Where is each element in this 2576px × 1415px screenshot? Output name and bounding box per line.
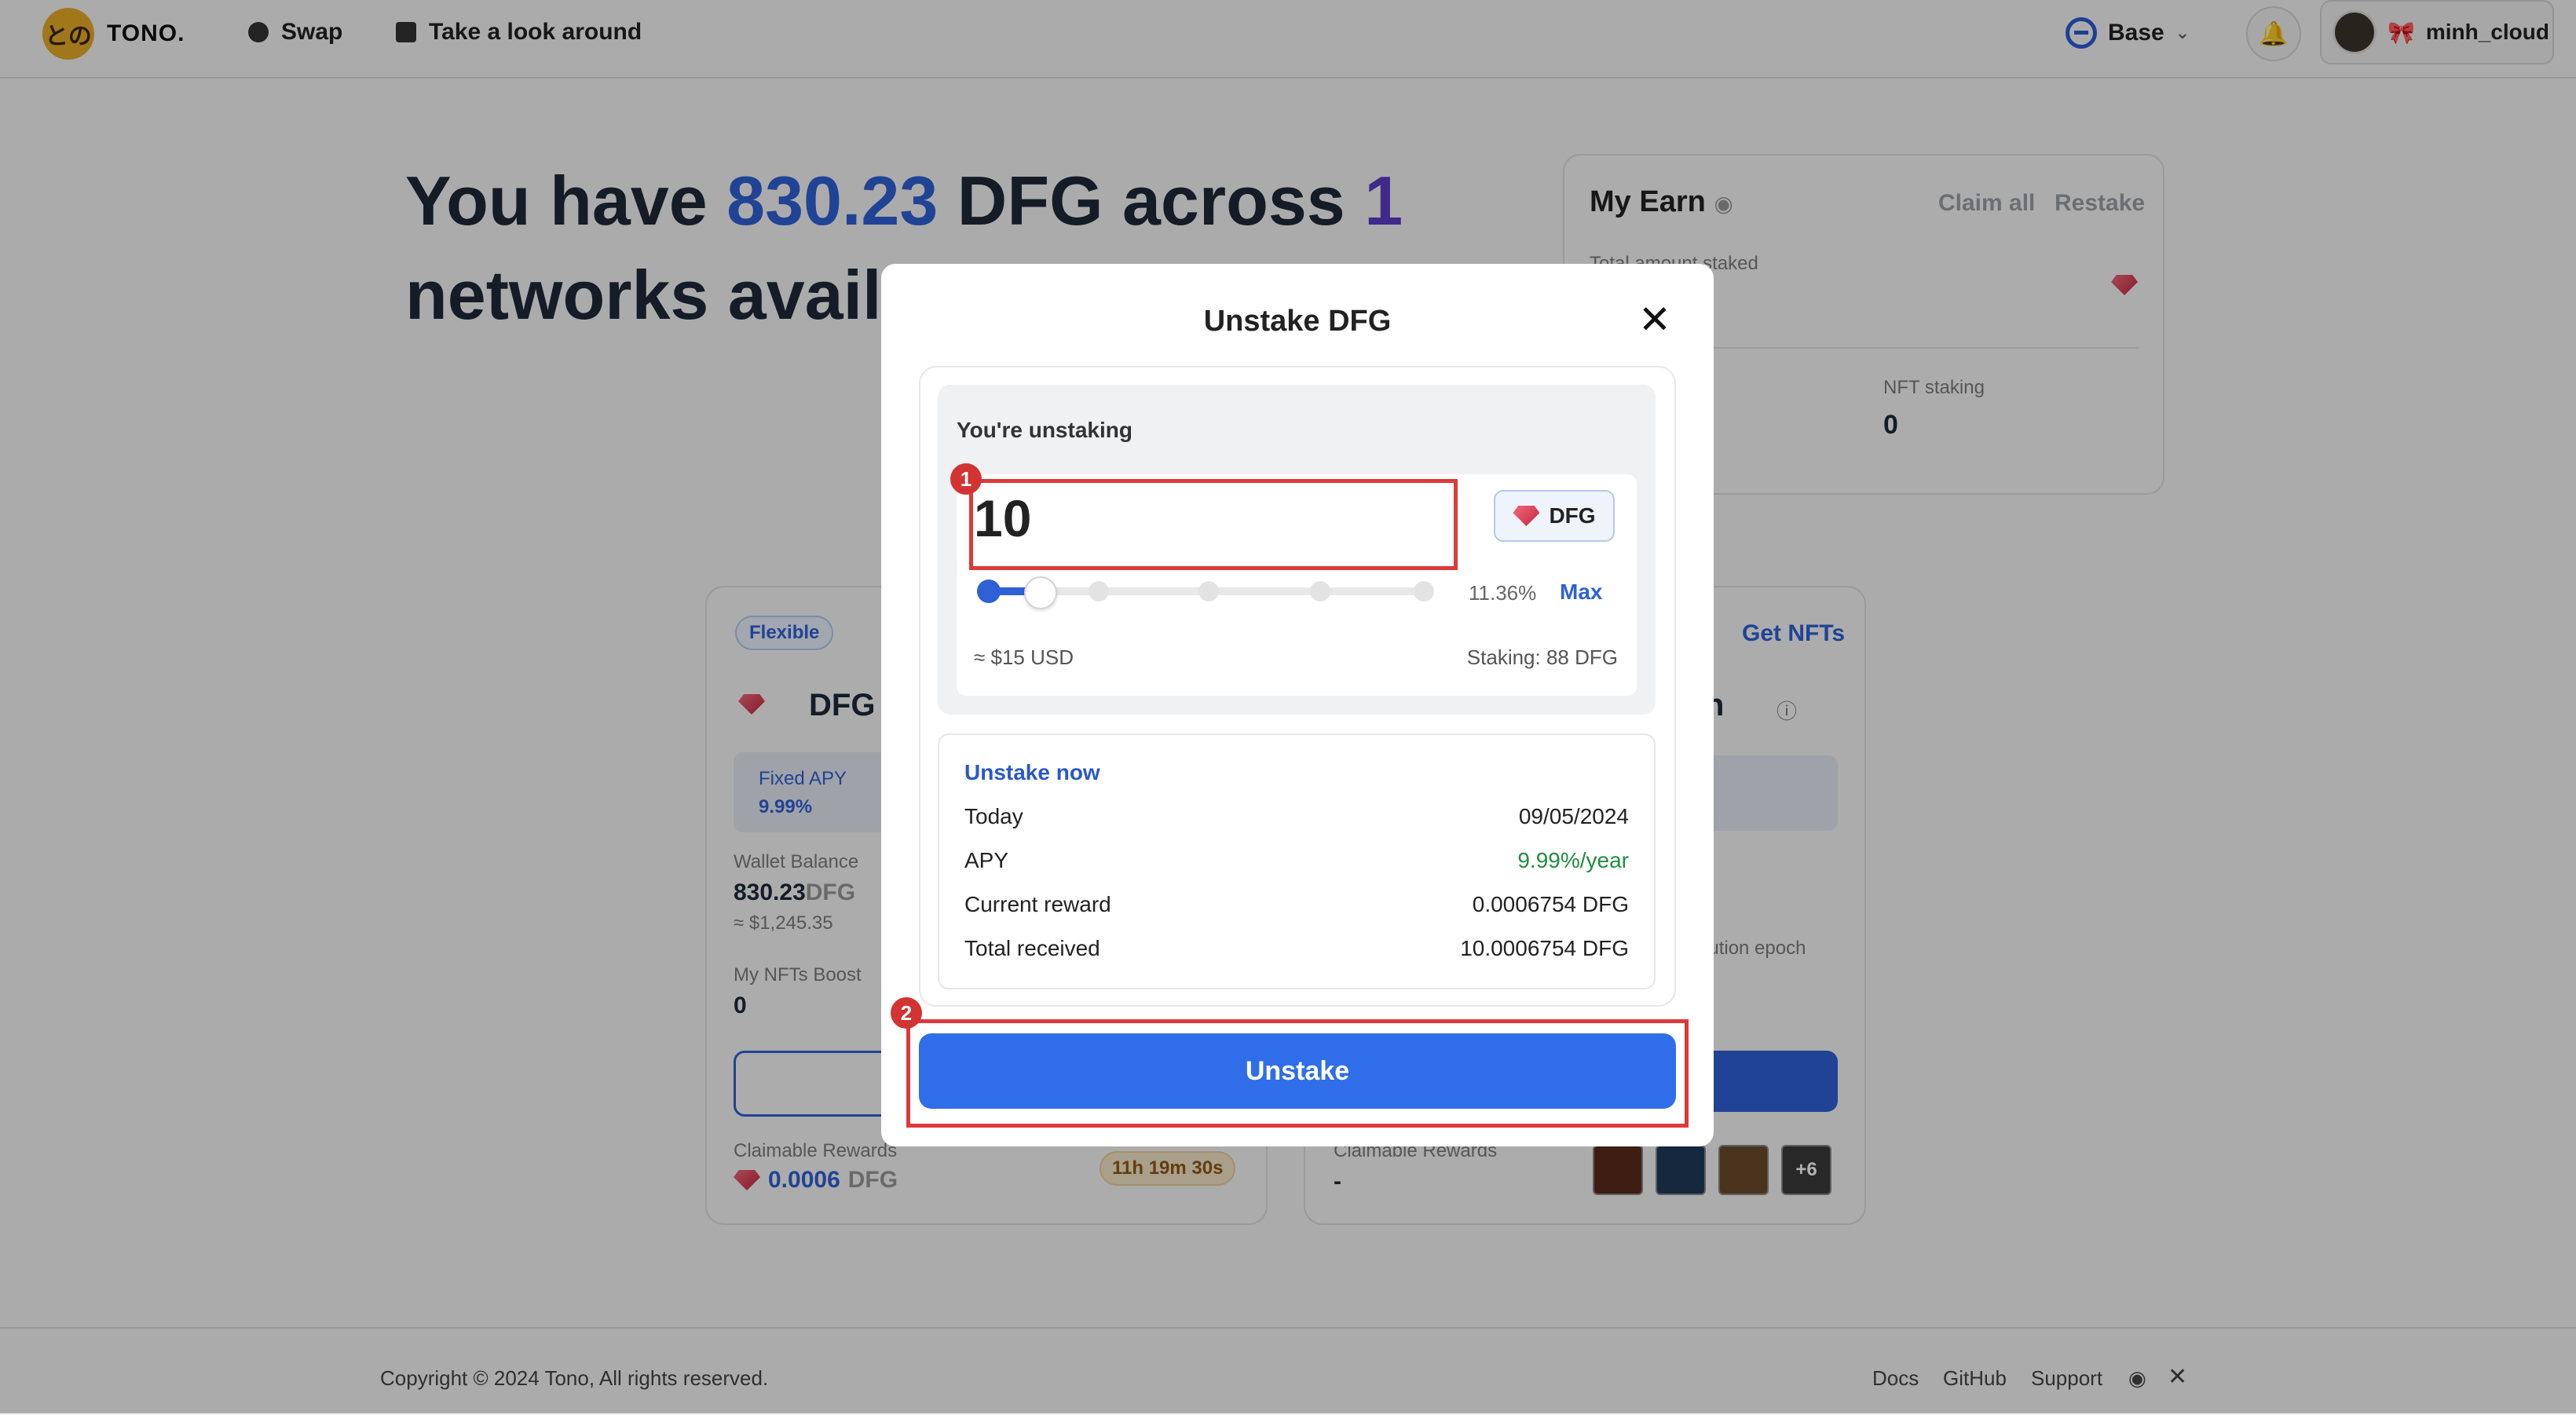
usd-estimate: ≈ $15 USD: [974, 645, 1074, 669]
step-badge-1: 1: [950, 463, 982, 495]
token-label: DFG: [1549, 503, 1596, 528]
amount-percent-slider[interactable]: [977, 576, 1434, 609]
summary-row-value: 10.0006754 DFG: [1460, 936, 1629, 960]
unstake-modal: Unstake DFG ✕ You're unstaking DFG 11.36…: [881, 264, 1714, 1146]
token-selector[interactable]: DFG: [1494, 490, 1615, 542]
dfg-gem-icon: [1513, 506, 1540, 526]
close-icon[interactable]: ✕: [1637, 300, 1673, 339]
summary-row-label: APY: [964, 848, 1009, 872]
slider-handle[interactable]: [1024, 576, 1057, 609]
slider-step-25[interactable]: [1089, 581, 1109, 601]
step-badge-2: 2: [891, 997, 922, 1029]
summary-row-value: 9.99%/year: [1517, 848, 1629, 872]
max-button[interactable]: Max: [1560, 580, 1602, 605]
summary-row-label: Current reward: [964, 892, 1111, 916]
summary-row-value: 09/05/2024: [1518, 804, 1629, 828]
unstaking-label: You're unstaking: [957, 418, 1132, 442]
slider-step-75[interactable]: [1310, 581, 1330, 601]
slider-start-dot: [977, 580, 1001, 603]
slider-step-100[interactable]: [1414, 581, 1434, 601]
summary-title: Unstake now: [964, 760, 1100, 784]
summary-row-value: 0.0006754 DFG: [1472, 892, 1629, 916]
modal-title: Unstake DFG: [1203, 305, 1392, 338]
unstake-summary: Unstake now Today 09/05/2024 APY 9.99%/y…: [938, 733, 1656, 989]
percent-label: 11.36%: [1469, 581, 1537, 605]
highlight-box-1: [969, 479, 1458, 570]
staking-balance: Staking: 88 DFG: [1466, 645, 1618, 669]
summary-row-label: Total received: [964, 936, 1100, 960]
slider-step-50[interactable]: [1198, 581, 1219, 601]
highlight-box-2: [906, 1019, 1689, 1128]
summary-row-label: Today: [964, 804, 1023, 828]
